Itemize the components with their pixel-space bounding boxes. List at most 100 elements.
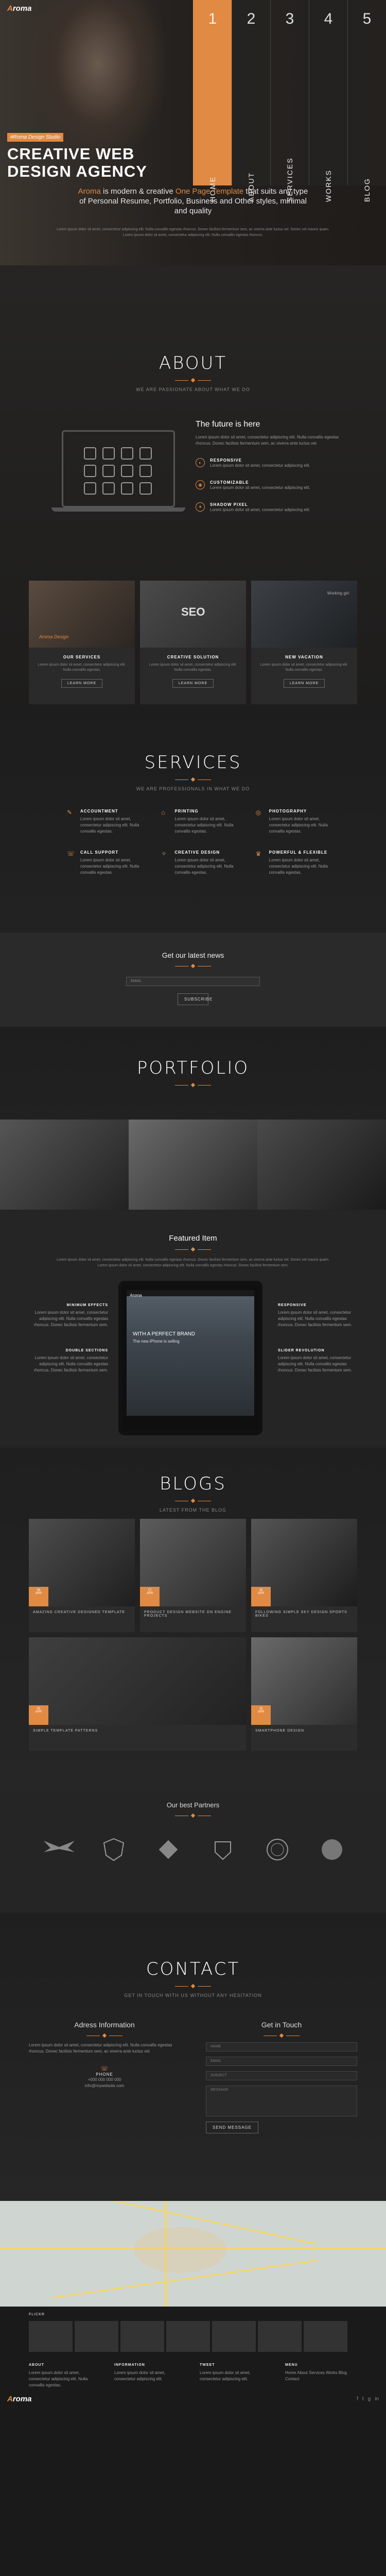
contact-section: CONTACT GET IN TOUCH WITH US WITHOUT ANY… [0, 1912, 386, 2201]
email-field[interactable]: EMAIL [126, 977, 260, 986]
facebook-icon[interactable]: f [357, 2396, 358, 2402]
services-grid: ✎ ACCOUNTMENT Lorem ipsum dolor sit amet, … [67, 809, 335, 876]
printer-icon: ⌂ [161, 809, 165, 816]
subscribe-button[interactable]: SUBSCRIBE [178, 993, 212, 1005]
footer-logo[interactable]: Aroma [7, 2395, 32, 2403]
hero-tagline: #Roma Design Studio [7, 133, 64, 142]
blogs-subtitle: LATEST FROM THE BLOG [159, 1507, 227, 1513]
nav-item-about[interactable]: 2 ABOUT [232, 0, 270, 202]
blog-post[interactable]: 15 APR SMARTPHONE DESIGN [251, 1637, 357, 1751]
ornament [29, 2033, 180, 2038]
service-creative-design: ✧ CREATIVE DESIGN Lorem ipsum dolor sit am… [161, 850, 234, 875]
partner-logo[interactable] [314, 1837, 350, 1862]
linkedin-icon[interactable]: in [375, 2396, 379, 2402]
feature-customizable: ◉ CUSTOMIZABLE Lorem ipsum dolor sit amet,… [196, 480, 355, 491]
footer-information: INFORMATION Lorem ipsum dolor sit amet, c… [114, 2363, 165, 2381]
blog-post[interactable]: 25 APR FOLLOWING SIMPLE SKY DESIGN SPORTS … [251, 1519, 357, 1632]
nav-item-home[interactable]: 1 HOME [193, 0, 232, 202]
page: Aroma #Roma Design Studio CREATIVE WEB DE… [0, 0, 386, 2410]
blogs-section: BLOGS LATEST FROM THE BLOG 06 APR AMAZING … [0, 1448, 386, 1793]
blog-post[interactable]: 02 APR SIMPLE TEMPLATE PATTERNS [29, 1637, 246, 1751]
flickr-gallery [29, 2321, 347, 2352]
laptop-base [51, 507, 185, 512]
ornament [0, 963, 386, 969]
partners-section: Our best Partners [0, 1793, 386, 1912]
logo[interactable]: Aroma [7, 4, 32, 13]
address-title: Adress Information [74, 2021, 135, 2029]
camera-icon: ◎ [255, 809, 261, 816]
card-services: Aroma Design OUR SERVICES Lorem ipsum dol… [29, 581, 135, 704]
address-column: Adress Information Lorem ipsum dolor sit… [29, 2021, 180, 2133]
footer-about: ABOUT Lorem ipsum dolor sit amet, consect… [29, 2363, 88, 2387]
sparkle-icon: ✦ [196, 502, 205, 512]
nav-item-works[interactable]: 4 WORKS [309, 0, 347, 202]
feature-responsive: ◐ RESPONSIVE Lorem ipsum dolor sit amet, c… [196, 458, 355, 469]
partner-logo[interactable] [41, 1837, 77, 1862]
hero-intro: Aroma is modern & creative One Page Temp… [78, 187, 308, 215]
date-badge: 06 APR [29, 1587, 48, 1606]
contact-columns: Adress Information Lorem ipsum dolor sit… [29, 2021, 357, 2133]
learn-more-button[interactable]: LEARN MORE [61, 679, 102, 688]
gallery-thumb[interactable] [29, 2321, 73, 2352]
featured-left: MINIMUM EFFECTS Lorem ipsum dolor sit ame… [31, 1303, 108, 1394]
phone-icon: ☏ [100, 2065, 109, 2072]
nav-item-services[interactable]: 3 SERVICES [270, 0, 309, 202]
gallery-thumb[interactable] [75, 2321, 118, 2352]
date-badge: 25 APR [251, 1587, 271, 1606]
nav-item-blog[interactable]: 5 BLOG [347, 0, 386, 202]
learn-more-button[interactable]: LEARN MORE [284, 679, 325, 688]
subject-field[interactable]: SUBJECT [206, 2071, 357, 2080]
gallery-thumb[interactable] [258, 2321, 302, 2352]
service-printing: ⌂ PRINTING Lorem ipsum dolor sit amet, con… [161, 809, 234, 834]
portfolio-item[interactable] [257, 1120, 386, 1210]
learn-more-button[interactable]: LEARN MORE [172, 679, 214, 688]
blog-post[interactable]: 17 APR PRODUCT DESIGN WEBSITE ON ENGINE PR… [140, 1519, 246, 1632]
ornament [0, 1813, 386, 1818]
portfolio-section: PORTFOLIO [0, 1027, 386, 1211]
flickr-title: FLICKR [29, 2313, 45, 2316]
portfolio-item[interactable] [0, 1120, 129, 1210]
about-cards: Aroma Design OUR SERVICES Lorem ipsum dol… [29, 581, 357, 704]
footer-tweet: TWEET Lorem ipsum dolor sit amet, consect… [200, 2363, 251, 2381]
about-future: The future is here Lorem ipsum dolor sit… [196, 420, 355, 513]
card-image: SEO [140, 581, 246, 648]
send-button[interactable]: SEND MESSAGE [206, 2122, 259, 2133]
message-field[interactable]: MESSAGE [206, 2086, 357, 2116]
map[interactable] [0, 2201, 386, 2307]
phone-icon: ☏ [67, 850, 75, 857]
google-icon[interactable]: g [368, 2396, 371, 2402]
footer-menu: MENU Home About Services Works Blog Conta… [285, 2363, 347, 2381]
about-section: ABOUT WE ARE PASSIONATE ABOUT WHAT WE DO… [0, 265, 386, 706]
crown-icon: ♛ [255, 850, 261, 857]
twitter-icon[interactable]: t [362, 2396, 364, 2402]
gallery-thumb[interactable] [212, 2321, 256, 2352]
portfolio-item[interactable] [129, 1120, 257, 1210]
gallery-thumb[interactable] [166, 2321, 210, 2352]
partner-logo[interactable] [205, 1837, 241, 1862]
blog-post[interactable]: 06 APR AMAZING CREATIVE DESIGNED TEMPLATE [29, 1519, 135, 1632]
future-text: Lorem ipsum dolor sit amet, consectetur … [196, 435, 339, 446]
newsletter-title: Get our latest news [162, 951, 224, 959]
ornament [0, 1984, 386, 1989]
gallery-thumb[interactable] [120, 2321, 164, 2352]
date-badge: 02 APR [29, 1705, 48, 1725]
email-field[interactable]: EMAIL [206, 2057, 357, 2066]
card-image: Working girl [251, 581, 357, 648]
partner-logo[interactable] [259, 1837, 295, 1862]
hero-title: CREATIVE WEB DESIGN AGENCY [7, 145, 147, 180]
services-subtitle: WE ARE PROFESSIONALS IN WHAT WE DO [136, 786, 250, 791]
partner-logo[interactable] [150, 1837, 186, 1862]
footer: FLICKR ABOUT Lorem ipsum dolor sit amet, … [0, 2307, 386, 2410]
name-field[interactable]: NAME [206, 2042, 357, 2052]
featured-item: MINIMUM EFFECTS Lorem ipsum dolor sit ame… [33, 1303, 108, 1327]
gallery-thumb[interactable] [304, 2321, 347, 2352]
contact-email[interactable]: info@mywebsite.com [29, 2083, 180, 2089]
portfolio-title: PORTFOLIO [136, 1058, 250, 1078]
service-call-support: ☏ CALL SUPPORT Lorem ipsum dolor sit amet,… [67, 850, 139, 875]
partner-logo[interactable] [96, 1837, 132, 1862]
service-accountment: ✎ ACCOUNTMENT Lorem ipsum dolor sit amet, … [67, 809, 139, 834]
featured-right: RESPONSIVE Lorem ipsum dolor sit amet, co… [278, 1303, 355, 1394]
footer-bottom: Aroma f t g in [7, 2395, 379, 2403]
featured-intro: Lorem ipsum dolor sit amet, consectetur … [57, 1258, 329, 1267]
card-vacation: Working girl NEW VACATION Lorem ipsum dol… [251, 581, 357, 704]
